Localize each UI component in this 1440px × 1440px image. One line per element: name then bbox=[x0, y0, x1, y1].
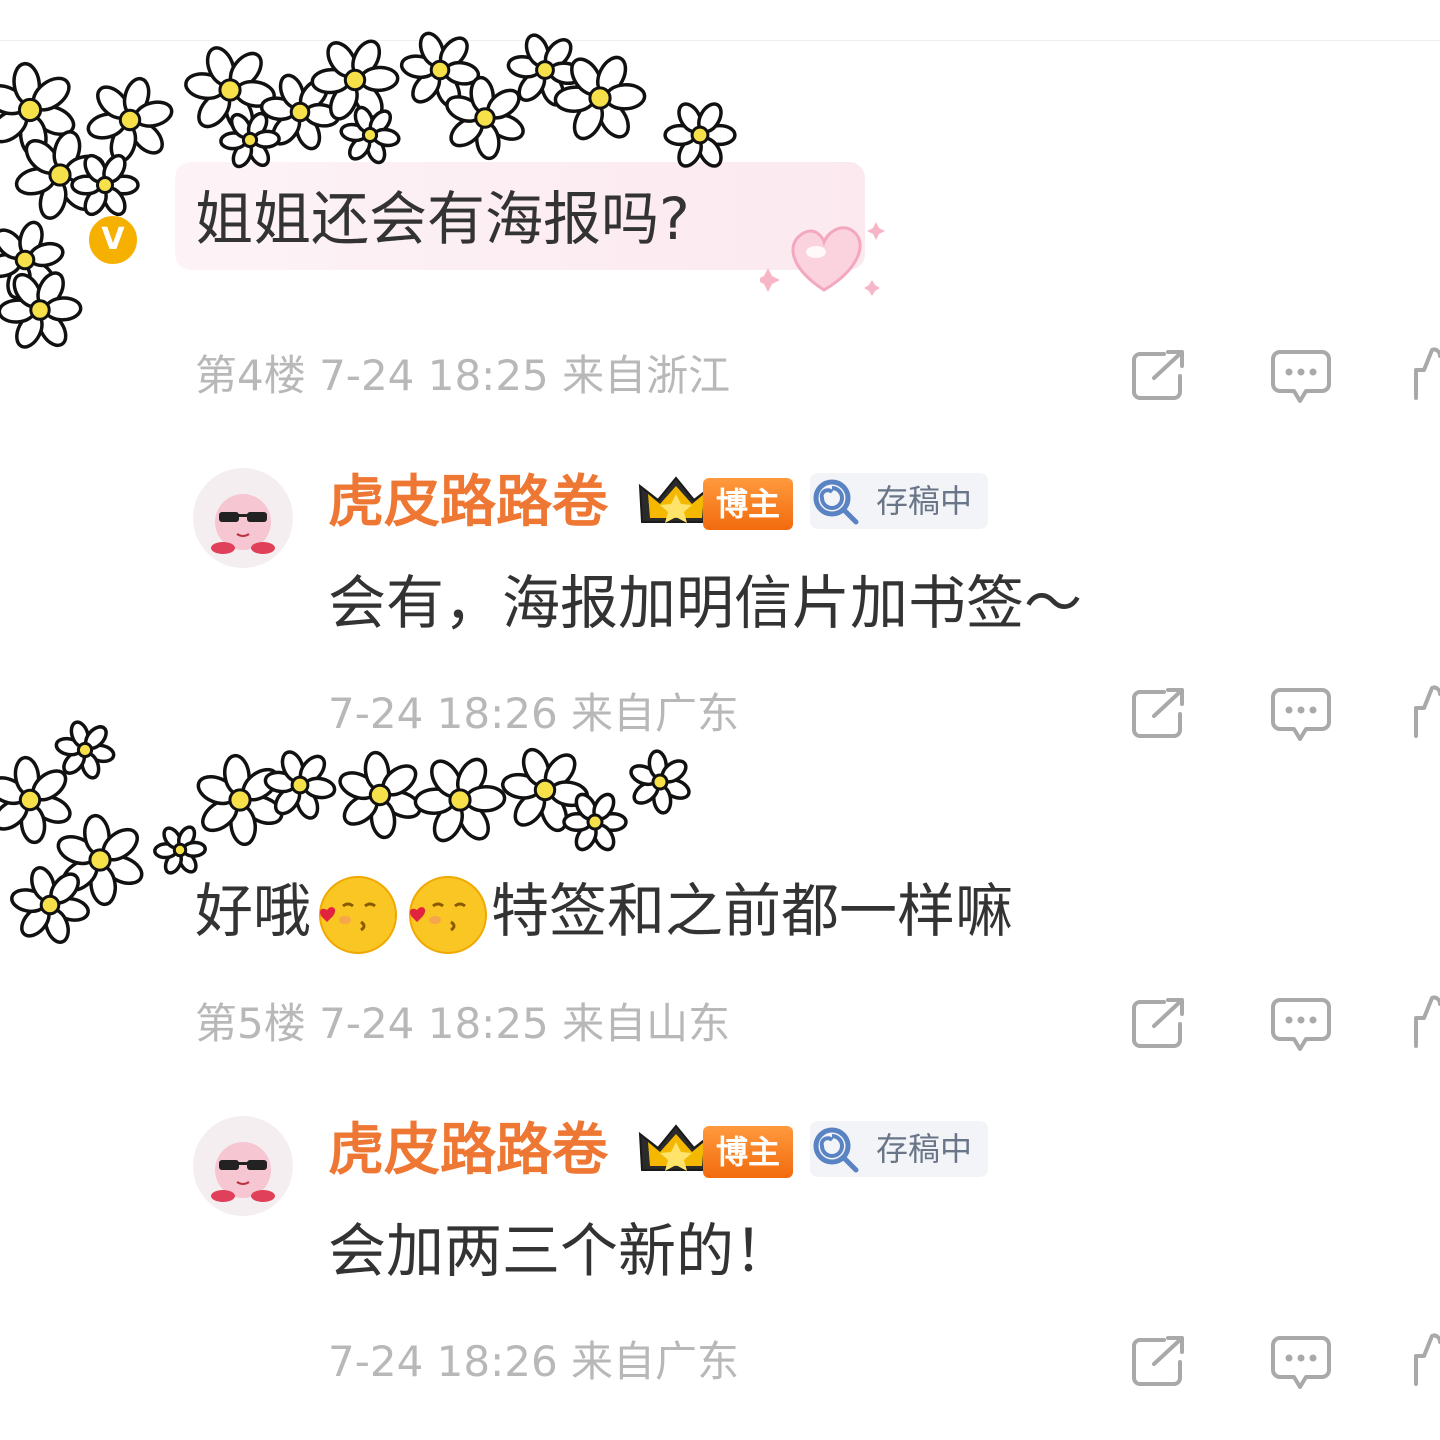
share-icon[interactable] bbox=[1130, 1334, 1190, 1390]
daisy-icon bbox=[629, 749, 691, 815]
lollipop-icon bbox=[813, 479, 859, 525]
lollipop-icon bbox=[813, 1127, 859, 1173]
status-badge-label: 存稿中 bbox=[876, 482, 973, 520]
author-name[interactable]: 虎皮路路卷 bbox=[328, 1118, 608, 1184]
daisy-icon bbox=[445, 75, 525, 161]
status-badge-label: 存稿中 bbox=[876, 1130, 973, 1168]
daisy-icon bbox=[413, 757, 507, 843]
comment-text: 会加两三个新的！ bbox=[328, 1217, 793, 1285]
daisy-icon bbox=[184, 46, 276, 134]
blogger-badge: 博主 bbox=[703, 478, 793, 530]
daisy-icon bbox=[10, 866, 90, 944]
kiss-emoji-icon bbox=[409, 876, 488, 954]
verified-badge: V bbox=[86, 213, 140, 267]
daisy-icon bbox=[86, 76, 174, 164]
avatar[interactable] bbox=[193, 468, 293, 568]
comment-meta: 第4楼 7-24 18:25 来自浙江 bbox=[195, 351, 731, 400]
daisy-icon bbox=[0, 755, 72, 845]
comment-meta: 第5楼 7-24 18:25 来自山东 bbox=[195, 999, 731, 1048]
kirby-avatar-icon bbox=[211, 1142, 275, 1202]
comment-text: 会有，海报加明信片加书签～ bbox=[328, 569, 1083, 637]
daisy-icon bbox=[506, 33, 584, 107]
daisy-icon bbox=[0, 271, 83, 349]
heart-sticker-icon bbox=[760, 222, 885, 296]
comment-meta: 7-24 18:26 来自广东 bbox=[328, 689, 740, 738]
daisy-icon bbox=[553, 55, 647, 141]
daisy-icon bbox=[0, 220, 65, 300]
kiss-emoji-icon bbox=[319, 876, 398, 954]
daisy-icon bbox=[219, 111, 281, 169]
daisy-icon bbox=[500, 747, 590, 833]
daisy-icon bbox=[663, 102, 737, 168]
avatar[interactable] bbox=[193, 1116, 293, 1216]
daisy-icon bbox=[54, 720, 116, 780]
kirby-avatar-icon bbox=[211, 494, 275, 554]
daisy-icon bbox=[399, 31, 481, 109]
comment-text: 好哦 特签和之前都一样嘛 bbox=[195, 872, 1013, 958]
share-icon[interactable] bbox=[1130, 348, 1190, 404]
like-icon[interactable] bbox=[1412, 992, 1440, 1052]
daisy-icon bbox=[0, 61, 76, 159]
daisy-icon bbox=[562, 792, 628, 852]
blogger-badge: 博主 bbox=[703, 1126, 793, 1178]
daisy-icon bbox=[153, 825, 207, 875]
daisy-icon bbox=[259, 73, 341, 151]
comment-meta: 7-24 18:26 来自广东 bbox=[328, 1337, 740, 1386]
like-icon[interactable] bbox=[1412, 682, 1440, 742]
share-icon[interactable] bbox=[1130, 996, 1190, 1052]
daisy-icon bbox=[196, 753, 284, 847]
comment-icon[interactable] bbox=[1270, 686, 1332, 744]
comment-text: 姐姐还会有海报吗? bbox=[195, 185, 690, 253]
daisy-icon bbox=[338, 750, 422, 840]
like-icon[interactable] bbox=[1412, 1330, 1440, 1390]
comment-text-after: 特签和之前都一样嘛 bbox=[491, 877, 1014, 946]
comment-icon[interactable] bbox=[1270, 348, 1332, 406]
comment-icon[interactable] bbox=[1270, 1334, 1332, 1392]
author-name[interactable]: 虎皮路路卷 bbox=[328, 470, 608, 536]
daisy-icon bbox=[263, 750, 337, 820]
top-divider bbox=[0, 40, 1440, 41]
daisy-icon bbox=[56, 813, 144, 907]
daisy-icon bbox=[70, 153, 140, 217]
like-icon[interactable] bbox=[1412, 344, 1440, 404]
daisy-icon bbox=[14, 130, 106, 220]
daisy-icon bbox=[310, 39, 400, 121]
daisy-icon bbox=[339, 105, 401, 165]
comment-text-before: 好哦 bbox=[195, 877, 312, 946]
comment-icon[interactable] bbox=[1270, 996, 1332, 1054]
share-icon[interactable] bbox=[1130, 686, 1190, 742]
